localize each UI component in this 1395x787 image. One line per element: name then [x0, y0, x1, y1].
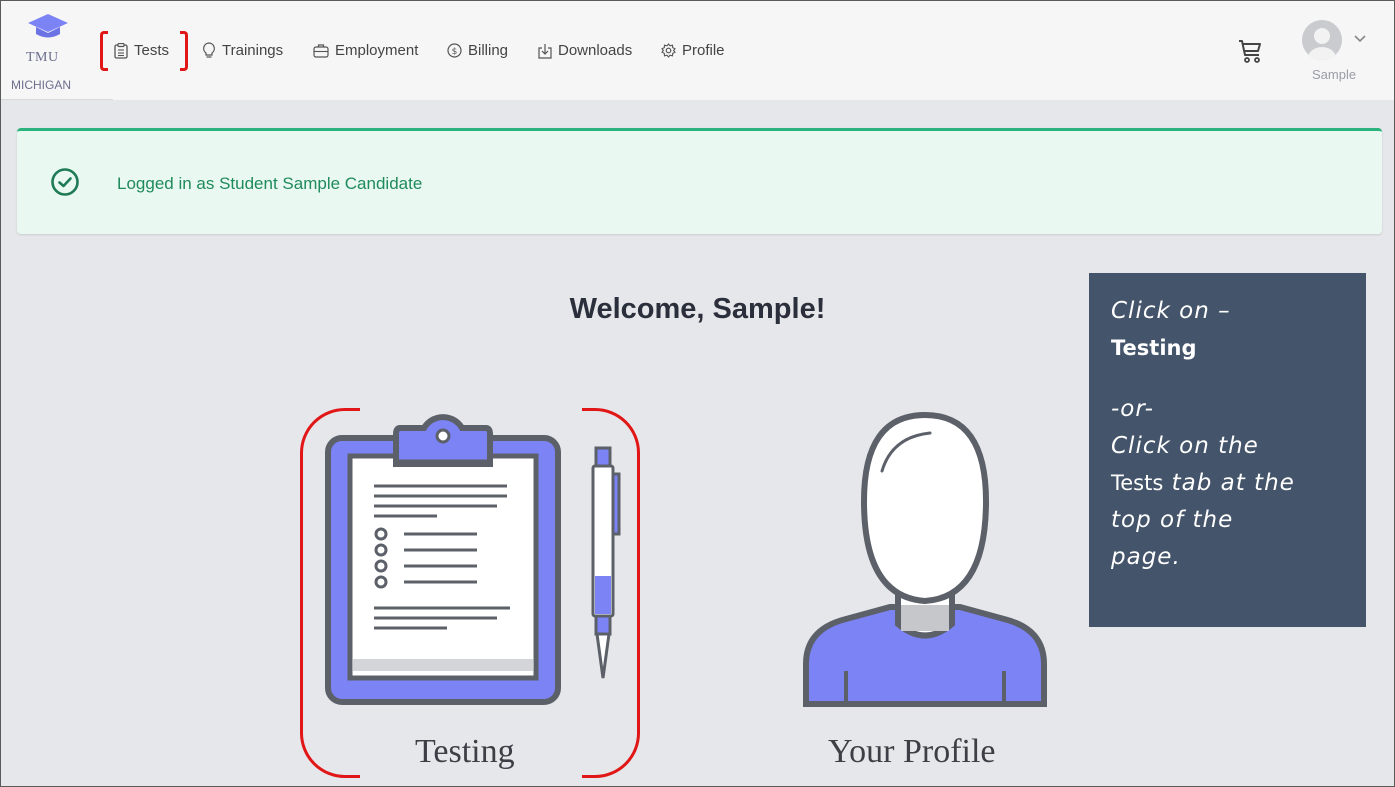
nav-item-tests[interactable]: Tests: [114, 42, 169, 59]
callout-line-5-rest: tab at the: [1163, 470, 1295, 496]
login-success-alert: Logged in as Student Sample Candidate: [17, 128, 1382, 234]
avatar[interactable]: [1302, 20, 1342, 60]
dollar-icon: $: [447, 43, 462, 58]
highlight-gap-top: [360, 404, 582, 414]
callout-line-5: Tests tab at the: [1111, 465, 1344, 502]
callout-tests-word: Tests: [1111, 471, 1164, 495]
welcome-text: Welcome, Sample!: [569, 293, 826, 325]
briefcase-icon: [313, 44, 329, 58]
testing-label: Testing: [415, 733, 515, 770]
check-circle-icon: [51, 168, 79, 196]
cart-button[interactable]: [1237, 38, 1263, 69]
callout-line-3: -or-: [1111, 396, 1154, 422]
logo-text: TMU: [26, 50, 59, 65]
nav-label-tests: Tests: [134, 42, 170, 59]
logo[interactable]: TMU MICHIGAN: [8, 14, 88, 94]
highlight-gap-bottom: [360, 772, 582, 782]
user-silhouette-icon: [1308, 28, 1336, 60]
tests-highlight-right: [180, 31, 188, 71]
user-name-label: Sample: [1312, 67, 1357, 82]
callout-line-7: page.: [1111, 544, 1181, 570]
callout-line-6: top of the: [1111, 507, 1234, 533]
cart-icon: [1239, 40, 1261, 63]
nav-item-profile[interactable]: Profile: [661, 42, 725, 59]
callout-line-1: Click on –: [1111, 298, 1231, 324]
person-illustration: [803, 411, 1047, 707]
tests-highlight-left: [100, 31, 108, 71]
profile-label: Your Profile: [828, 733, 996, 770]
callout-line-4: Click on the: [1111, 433, 1259, 459]
clipboard-icon: [114, 42, 128, 59]
nav-item-billing[interactable]: $ Billing: [447, 42, 508, 59]
testing-highlight: [300, 408, 640, 778]
nav-label-employment: Employment: [335, 42, 419, 59]
callout-gap: [1111, 367, 1344, 391]
callout-line-2: Testing: [1111, 336, 1197, 360]
alert-message: Logged in as Student Sample Candidate: [117, 174, 423, 193]
user-menu-toggle[interactable]: [1354, 30, 1366, 48]
nav-item-employment[interactable]: Employment: [313, 42, 418, 59]
nav-item-trainings[interactable]: Trainings: [202, 42, 283, 59]
nav-label-downloads: Downloads: [558, 42, 633, 59]
download-icon: [538, 43, 552, 59]
chevron-down-icon: [1354, 35, 1366, 43]
nav-label-billing: Billing: [468, 42, 509, 59]
logo-divider: [1, 99, 113, 100]
graduation-cap-icon: [28, 14, 68, 38]
lightbulb-icon: [203, 42, 215, 58]
nav-item-downloads[interactable]: Downloads: [538, 42, 632, 59]
instruction-callout: Click on – Testing -or- Click on the Tes…: [1089, 273, 1366, 627]
logo-subtext: MICHIGAN: [11, 78, 71, 92]
nav-label-trainings: Trainings: [222, 42, 284, 59]
svg-text:$: $: [452, 47, 458, 57]
nav-label-profile: Profile: [682, 42, 725, 59]
gear-icon: [661, 43, 676, 58]
